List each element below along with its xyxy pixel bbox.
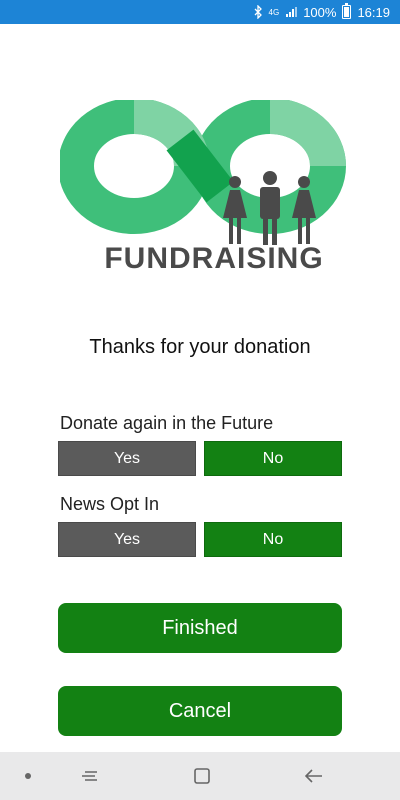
bluetooth-icon [253, 5, 263, 19]
donate-again-yes-button[interactable]: Yes [58, 441, 196, 476]
home-icon[interactable] [190, 752, 214, 800]
news-opt-in-no-button[interactable]: No [204, 522, 342, 557]
donate-again-no-button[interactable]: No [204, 441, 342, 476]
fundraising-logo: FUNDRAISING [58, 98, 350, 280]
status-bar: 4G 100% 16:19 [0, 0, 400, 24]
battery-icon [342, 3, 352, 19]
logo-text: FUNDRAISING [104, 242, 324, 275]
battery-level: 100% [303, 4, 337, 20]
status-icons: 4G 100% 16:19 [253, 0, 390, 24]
signal-icon [285, 6, 298, 18]
network-type: 4G [268, 7, 280, 17]
news-opt-in-yes-button[interactable]: Yes [58, 522, 196, 557]
page-title: Thanks for your donation [89, 336, 311, 358]
finished-button[interactable]: Finished [58, 603, 342, 653]
dot-icon [18, 752, 38, 800]
back-icon[interactable] [302, 752, 326, 800]
question-news-opt-in-label: News Opt In [60, 494, 160, 514]
recent-apps-icon[interactable] [78, 752, 102, 800]
clock: 16:19 [357, 4, 390, 20]
question-donate-again-label: Donate again in the Future [60, 413, 274, 433]
system-nav-bar [0, 752, 400, 800]
cancel-button[interactable]: Cancel [58, 686, 342, 736]
